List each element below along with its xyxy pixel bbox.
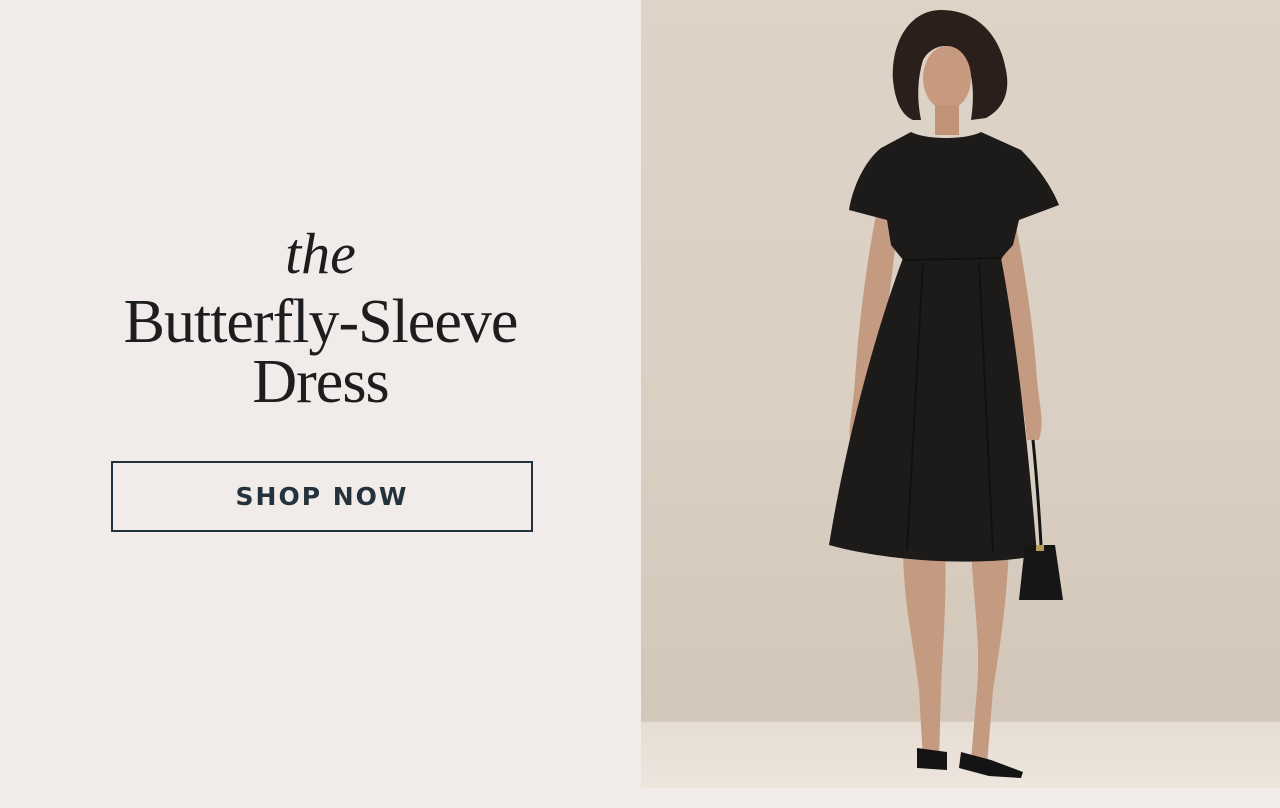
shop-now-button[interactable]: SHOP NOW — [111, 461, 533, 532]
product-photo-panel[interactable] — [641, 0, 1280, 788]
neck — [935, 105, 959, 135]
headline-line-1: Butterfly-Sleeve — [123, 288, 519, 356]
text-panel: the Butterfly-Sleeve Dress SHOP NOW — [0, 0, 641, 788]
headline-line-2: Dress — [252, 348, 389, 416]
headline-prefix: the — [285, 221, 356, 286]
left-leg — [903, 545, 946, 760]
model-in-black-dress-photo — [829, 10, 1063, 778]
bottom-strip — [0, 788, 1280, 808]
face — [923, 46, 971, 110]
right-leg — [971, 545, 1009, 765]
left-shoe — [917, 748, 947, 770]
dress-skirt — [829, 258, 1037, 562]
handbag — [1019, 545, 1063, 600]
promo-banner: the Butterfly-Sleeve Dress SHOP NOW — [0, 0, 1280, 788]
right-shoe — [959, 752, 1023, 778]
headline: the Butterfly-Sleeve Dress — [0, 221, 641, 416]
